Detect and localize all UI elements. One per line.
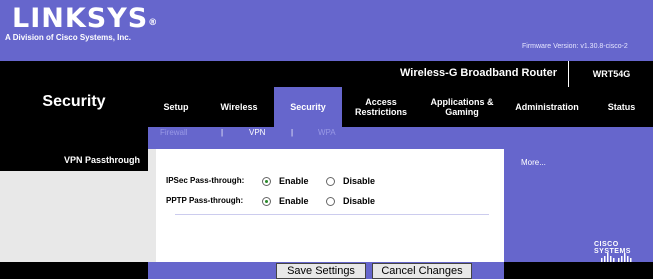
ipsec-label: IPSec Pass-through: — [166, 176, 245, 185]
firmware-version: Firmware Version: v1.30.8-cisco-2 — [522, 43, 628, 50]
ipsec-enable-radio[interactable] — [262, 177, 271, 186]
pptp-disable-radio[interactable] — [326, 197, 335, 206]
tab-security[interactable]: Security — [274, 87, 342, 127]
linksys-logo: LINKSYS® — [12, 4, 158, 34]
tab-wireless[interactable]: Wireless — [204, 87, 274, 127]
save-settings-button[interactable]: Save Settings — [276, 263, 366, 279]
panel-edge — [148, 149, 156, 262]
tab-applications-gaming[interactable]: Applications & Gaming — [420, 87, 504, 127]
subtab-wpa[interactable]: WPA — [318, 128, 336, 137]
bottom-bar-right — [504, 262, 653, 279]
tab-administration[interactable]: Administration — [504, 87, 590, 127]
tab-status[interactable]: Status — [590, 87, 653, 127]
pptp-enable-label: Enable — [279, 196, 309, 206]
tab-setup[interactable]: Setup — [148, 87, 204, 127]
product-model: WRT54G — [568, 61, 653, 87]
subtab-separator: | — [291, 128, 294, 137]
sidebar-heading: VPN Passthrough — [0, 149, 148, 171]
subtab-separator: | — [221, 128, 224, 137]
pptp-label: PPTP Pass-through: — [166, 196, 244, 205]
subtab-firewall[interactable]: Firewall — [160, 128, 188, 137]
bottom-bar-left — [0, 262, 148, 279]
section-divider — [175, 214, 489, 215]
ipsec-disable-radio[interactable] — [326, 177, 335, 186]
ipsec-disable-label: Disable — [343, 176, 376, 186]
subtab-bar — [148, 127, 653, 149]
cisco-bridge-icon — [601, 253, 632, 262]
logo-text: LINKSYS — [12, 3, 149, 34]
pptp-disable-label: Disable — [343, 196, 376, 206]
more-help-link[interactable]: More... — [521, 158, 546, 167]
registered-mark: ® — [148, 18, 159, 28]
product-name: Wireless-G Broadband Router — [400, 67, 557, 79]
pptp-enable-radio[interactable] — [262, 197, 271, 206]
tab-access-restrictions[interactable]: Access Restrictions — [342, 87, 420, 127]
cancel-changes-button[interactable]: Cancel Changes — [372, 263, 472, 279]
ipsec-enable-label: Enable — [279, 176, 309, 186]
logo-subtitle: A Division of Cisco Systems, Inc. — [5, 33, 131, 42]
page-title: Security — [42, 93, 106, 110]
subtab-vpn[interactable]: VPN — [249, 128, 265, 137]
